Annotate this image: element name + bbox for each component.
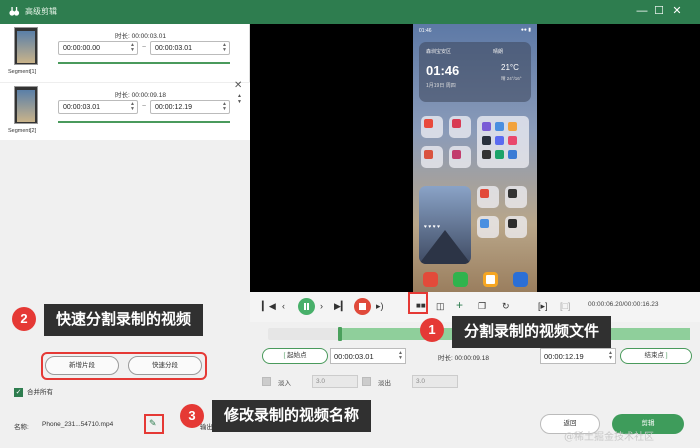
timeline-handle[interactable] xyxy=(338,327,342,341)
phone-screen-frame: 01:46 ●● ▮ 森圳宝安区 01:46 1月19日 周四 晴朗 21°C … xyxy=(413,24,537,292)
video-preview[interactable]: 01:46 ●● ▮ 森圳宝安区 01:46 1月19日 周四 晴朗 21°C … xyxy=(250,24,700,292)
phone-app-icon xyxy=(453,272,468,287)
title-bar: 高级剪辑 — ☐ ✕ xyxy=(0,0,700,24)
segment-thumbnail xyxy=(14,27,38,65)
advanced-edit-window: 高级剪辑 — ☐ ✕ Segment[1] 时长: 00:00:03.01 00… xyxy=(0,0,700,448)
segment-label: Segment[2] xyxy=(8,128,37,134)
file-name-value: Phone_231...54710.mp4 xyxy=(42,421,114,428)
annotation-callout-1: 分割录制的视频文件 xyxy=(452,316,612,348)
fade-in-field[interactable]: 3.0 xyxy=(312,375,358,388)
annotation-number-1: 1 xyxy=(420,318,444,342)
quick-split-highlight xyxy=(41,352,207,380)
segment-list: Segment[1] 时长: 00:00:03.01 00:00:00.00 ▲ ▼… xyxy=(0,24,250,140)
segment-label: Segment[1] xyxy=(8,69,37,75)
set-end-button[interactable]: 结束点 ] xyxy=(620,348,692,364)
step-forward-icon[interactable]: › xyxy=(320,300,323,312)
maximize-icon[interactable]: ☐ xyxy=(651,3,667,19)
browser-app-icon xyxy=(513,272,528,287)
fade-controls: 淡入 3.0 淡出 3.0 xyxy=(262,374,502,390)
segment-item[interactable]: Segment[2] 时长: 00:00:09.18 00:00:03.01 ▲ ▼… xyxy=(0,80,250,140)
end-time-field[interactable]: 00:00:12.19 ▲ ▼ xyxy=(540,348,616,364)
rotate-icon[interactable]: ↻ xyxy=(502,300,510,312)
name-label: 名称: xyxy=(14,424,29,431)
annotation-number-3: 3 xyxy=(180,404,204,428)
copy-icon[interactable]: ❐ xyxy=(478,300,486,312)
mark-out-icon[interactable]: [□] xyxy=(560,300,570,312)
edit-name-icon[interactable]: ✎ xyxy=(149,418,157,429)
step-back-icon[interactable]: ‹ xyxy=(282,300,285,312)
delete-icon[interactable]: ◫ xyxy=(436,300,445,312)
add-icon[interactable]: + xyxy=(456,299,463,311)
fade-out-field[interactable]: 3.0 xyxy=(412,375,458,388)
segment-end-field[interactable]: 00:00:12.19 ▲ ▼ xyxy=(150,100,230,114)
annotation-callout-3: 修改录制的视频名称 xyxy=(212,400,372,432)
reorder-arrows-icon[interactable]: ▲ ▼ xyxy=(237,93,242,105)
status-icons: ●● ▮ xyxy=(520,27,531,33)
set-start-button[interactable]: [ 起始点 xyxy=(262,348,328,364)
merge-all-checkbox[interactable]: ✓ 合并所有 xyxy=(14,386,53,397)
annotation-callout-2: 快速分割录制的视频 xyxy=(44,304,204,336)
time-readout: 00:00:06.20/00:00:16.23 xyxy=(588,301,659,308)
segment-progress-bar xyxy=(58,121,230,123)
photo-widget: ♥ ♥ ♥ ♥ xyxy=(419,186,471,264)
segment-start-field[interactable]: 00:00:00.00 ▲ ▼ xyxy=(58,41,138,55)
fade-out-checkbox[interactable] xyxy=(362,377,371,386)
segment-duration: 时长: 00:00:09.18 xyxy=(115,92,166,99)
remove-segment-icon[interactable]: ✕ xyxy=(234,80,242,91)
segment-progress-bar xyxy=(58,62,230,64)
clock-widget: 森圳宝安区 01:46 1月19日 周四 晴朗 21°C 晴 24°/16° xyxy=(419,42,531,102)
mark-in-icon[interactable]: [▸] xyxy=(538,300,548,312)
start-time-field[interactable]: 00:00:03.01 ▲ ▼ xyxy=(330,348,406,364)
annotation-number-2: 2 xyxy=(12,307,36,331)
segment-item[interactable]: Segment[1] 时长: 00:00:03.01 00:00:00.00 ▲ ▼… xyxy=(0,24,250,82)
split-highlight xyxy=(408,292,428,314)
go-start-icon[interactable]: ▎◀ xyxy=(262,300,276,312)
volume-icon[interactable]: ▸) xyxy=(376,300,384,312)
go-end-icon[interactable]: ▶▎ xyxy=(334,300,348,312)
window-title: 高级剪辑 xyxy=(25,7,57,16)
fade-in-checkbox[interactable] xyxy=(262,377,271,386)
status-time: 01:46 xyxy=(419,28,432,34)
trim-controls: [ 起始点 00:00:03.01 ▲ ▼ 时长: 00:00:09.18 00:0… xyxy=(262,348,698,366)
segment-start-field[interactable]: 00:00:03.01 ▲ ▼ xyxy=(58,100,138,114)
minimize-icon[interactable]: — xyxy=(634,3,650,19)
camera-app-icon xyxy=(483,272,498,287)
dock-app-icon xyxy=(423,272,438,287)
watermark: @稀土掘金技术社区 xyxy=(564,432,654,443)
stop-button[interactable] xyxy=(354,298,371,315)
segment-duration: 时长: 00:00:03.01 xyxy=(115,33,166,40)
segment-thumbnail xyxy=(14,86,38,124)
trim-duration: 时长: 00:00:09.18 xyxy=(438,355,489,362)
app-logo-icon xyxy=(9,7,20,16)
close-icon[interactable]: ✕ xyxy=(669,3,685,19)
pause-button[interactable] xyxy=(298,298,315,315)
segment-end-field[interactable]: 00:00:03.01 ▲ ▼ xyxy=(150,41,230,55)
